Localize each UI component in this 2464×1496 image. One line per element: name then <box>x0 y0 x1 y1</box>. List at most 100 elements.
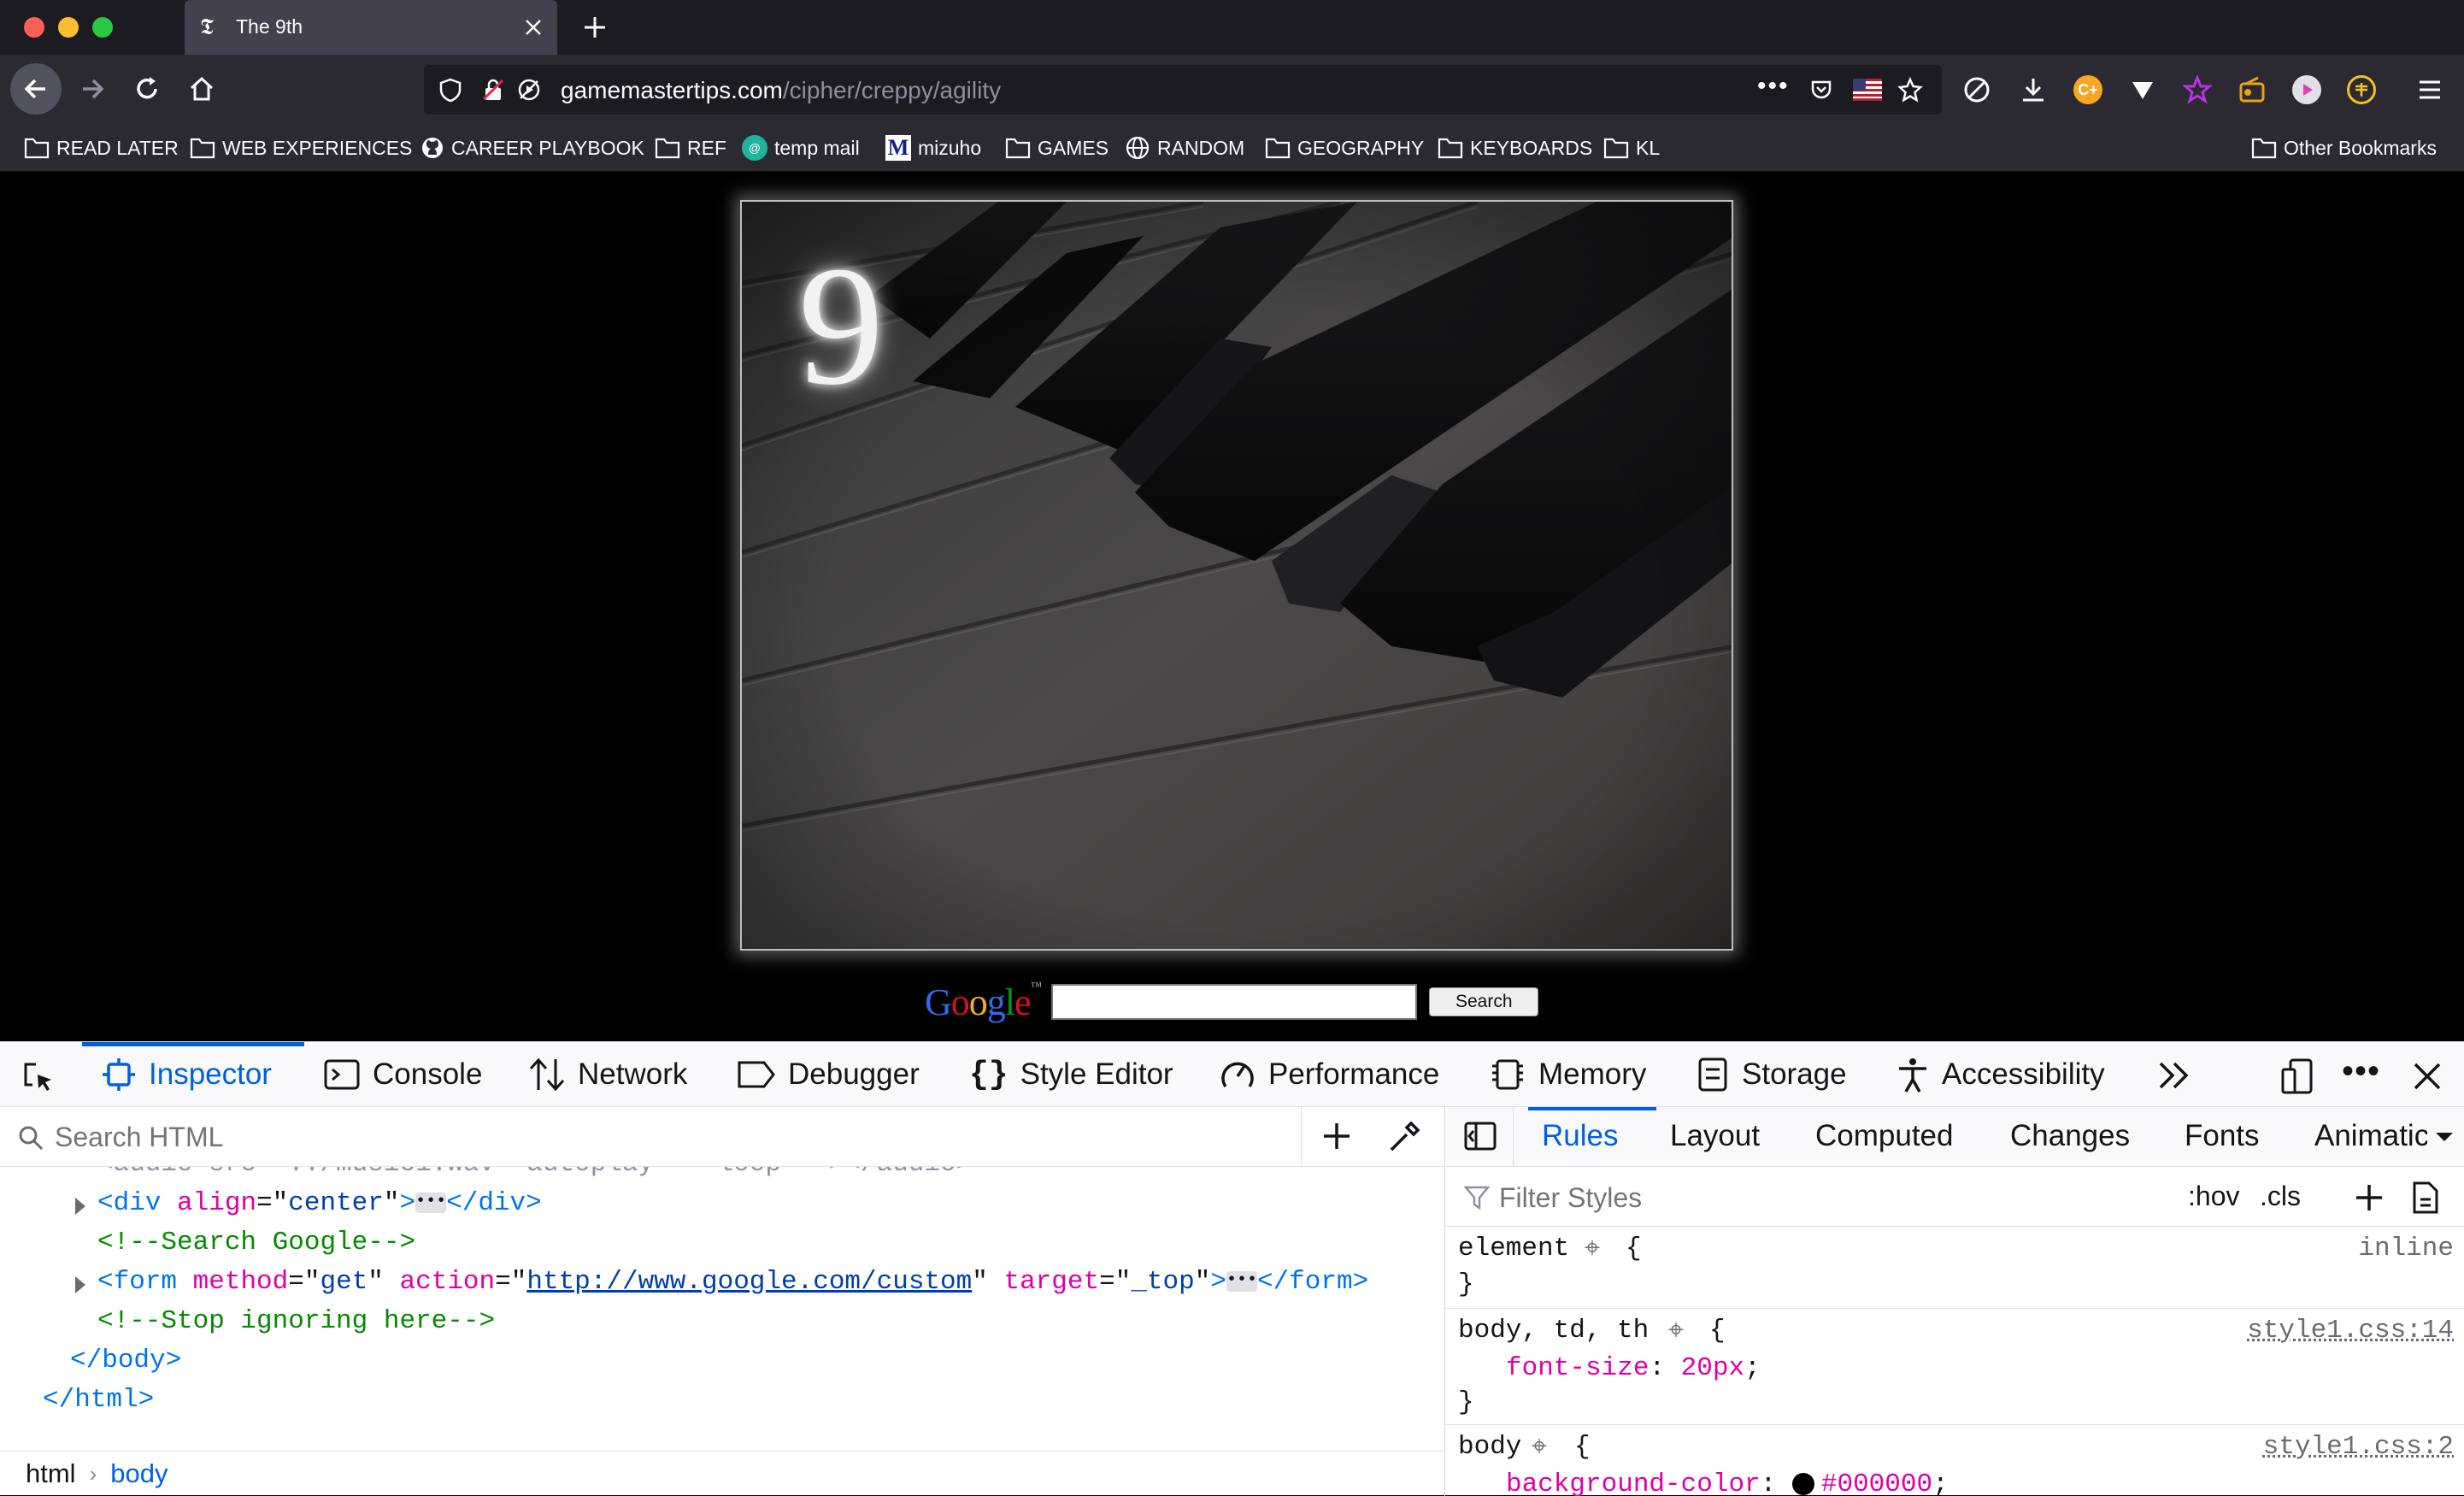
tab-rules[interactable]: Rules <box>1542 1119 1618 1153</box>
url-bar[interactable]: gamemastertips.com/cipher/creppy/agility… <box>424 65 1942 115</box>
declaration-background-color[interactable]: background-color: #000000; <box>1506 1469 1949 1496</box>
pick-element-icon[interactable] <box>21 1059 55 1093</box>
audio-node[interactable]: <audio src="../music1.wav" autoplay="" l… <box>97 1167 972 1184</box>
minimize-window-button[interactable] <box>58 17 79 38</box>
devtools-toolbar: Inspector Console Network Debugger {} Sty… <box>0 1042 2464 1107</box>
html-close-node[interactable]: </html> <box>43 1381 154 1420</box>
expand-div-icon[interactable] <box>75 1198 85 1215</box>
tab-storage[interactable]: Storage <box>1696 1042 1847 1107</box>
bookmark-geography[interactable]: GEOGRAPHY <box>1265 134 1424 162</box>
add-rule-icon[interactable] <box>2354 1182 2385 1213</box>
bookmark-keyboards[interactable]: KEYBOARDS <box>1438 134 1592 162</box>
tab-fonts[interactable]: Fonts <box>2185 1119 2260 1153</box>
highlighter-icon[interactable]: ⌖ <box>1668 1316 1684 1347</box>
comment-search-google[interactable]: <!--Search Google--> <box>97 1223 415 1263</box>
bookmark-games[interactable]: GAMES <box>1005 134 1109 162</box>
class-toggle[interactable]: .cls <box>2260 1181 2301 1212</box>
github-icon <box>420 136 444 160</box>
form-node[interactable]: <form method="get" action="http://www.go… <box>97 1263 1368 1302</box>
url-text[interactable]: gamemastertips.com/cipher/creppy/agility <box>561 77 1001 104</box>
bookmark-temp-mail[interactable]: @ temp mail <box>742 134 860 162</box>
home-button[interactable] <box>176 63 227 115</box>
highlighter-icon[interactable]: ⌖ <box>1585 1234 1600 1265</box>
extension-play-icon[interactable] <box>2292 75 2321 104</box>
hover-state-toggle[interactable]: :hov <box>2188 1181 2239 1212</box>
highlighter-icon[interactable]: ⌖ <box>1532 1432 1547 1464</box>
breadcrumb-body[interactable]: body <box>110 1458 168 1489</box>
rule-source[interactable]: inline <box>2358 1234 2454 1263</box>
tab-inspector[interactable]: Inspector <box>101 1042 272 1107</box>
breadcrumb-html[interactable]: html <box>26 1458 76 1489</box>
filter-icon <box>1463 1184 1491 1211</box>
tab-layout[interactable]: Layout <box>1670 1119 1760 1153</box>
bookmark-mizuho[interactable]: Mmizuho <box>885 134 981 162</box>
tab-performance[interactable]: Performance <box>1219 1042 1439 1107</box>
tab-accessibility[interactable]: Accessibility <box>1896 1042 2105 1107</box>
extension-star-icon[interactable] <box>2183 75 2212 104</box>
reload-button[interactable] <box>121 63 173 115</box>
autoplay-blocked-icon[interactable] <box>516 77 542 103</box>
tab-debugger[interactable]: Debugger <box>737 1042 920 1107</box>
google-search-input[interactable] <box>1051 984 1417 1020</box>
collapsed-children-badge[interactable]: ••• <box>1226 1271 1257 1292</box>
bookmark-star-icon[interactable] <box>1897 77 1923 103</box>
new-tab-icon[interactable] <box>581 14 609 41</box>
url-domain: gamemastertips.com <box>561 77 783 103</box>
bookmark-career-playbook[interactable]: CAREER PLAYBOOK <box>420 134 644 162</box>
insecure-lock-icon[interactable] <box>480 77 506 103</box>
maximize-window-button[interactable] <box>92 17 113 38</box>
eyedropper-icon[interactable] <box>1388 1119 1422 1153</box>
more-tools-chevron-icon[interactable] <box>2157 1061 2191 1090</box>
tab-the-9th[interactable]: 𝕿 The 9th <box>185 0 557 55</box>
div-center-node[interactable]: <div align="center">•••</div> <box>97 1184 542 1223</box>
bookmark-web-experiences[interactable]: WEB EXPERIENCES <box>190 134 412 162</box>
declaration-font-size[interactable]: font-size: 20px; <box>1506 1353 1761 1383</box>
css-rules-list: element ⌖ { inline } body, td, th ⌖ { st… <box>1446 1227 2464 1496</box>
tab-memory[interactable]: Memory <box>1489 1042 1646 1107</box>
collapsed-children-badge[interactable]: ••• <box>415 1193 446 1213</box>
tab-animations[interactable]: Animatic <box>2314 1119 2427 1153</box>
devtools-close-icon[interactable] <box>2412 1061 2443 1092</box>
toggle-sidebar-icon[interactable] <box>1463 1121 1497 1151</box>
tab-style-editor[interactable]: {} Style Editor <box>969 1042 1173 1107</box>
tab-changes[interactable]: Changes <box>2010 1119 2130 1153</box>
extension-v-icon[interactable] <box>2128 75 2157 104</box>
extension-radio-icon[interactable] <box>2238 75 2267 104</box>
us-flag-icon[interactable] <box>1853 79 1882 101</box>
bookmark-kl[interactable]: KL <box>1603 134 1660 162</box>
tabs-overflow-chevron-icon[interactable] <box>2434 1131 2455 1145</box>
close-window-button[interactable] <box>24 17 44 38</box>
responsive-design-icon[interactable] <box>2280 1057 2314 1095</box>
expand-form-icon[interactable] <box>75 1276 85 1293</box>
tab-computed[interactable]: Computed <box>1815 1119 1953 1153</box>
rule-source[interactable]: style1.css:14 <box>2247 1316 2454 1346</box>
add-node-icon[interactable] <box>1321 1121 1352 1151</box>
print-media-icon[interactable] <box>2410 1181 2441 1215</box>
forward-button[interactable] <box>67 63 118 115</box>
page-actions-icon[interactable]: ••• <box>1757 72 1790 101</box>
pocket-icon[interactable] <box>1808 77 1834 103</box>
devtools-panel: Inspector Console Network Debugger {} Sty… <box>0 1041 2464 1495</box>
back-button[interactable] <box>10 63 62 115</box>
shield-icon[interactable] <box>438 77 463 103</box>
extension-coin-icon[interactable] <box>2347 75 2376 104</box>
extension-coupon-icon[interactable]: C+ <box>2073 75 2102 104</box>
comment-stop-ignoring[interactable]: <!--Stop ignoring here--> <box>97 1302 495 1341</box>
body-close-node[interactable]: </body> <box>70 1341 181 1381</box>
block-icon[interactable] <box>1962 75 1991 104</box>
bookmark-random[interactable]: RANDOM <box>1125 134 1244 162</box>
search-html-input[interactable] <box>55 1117 1285 1157</box>
google-search-button[interactable]: Search <box>1429 987 1538 1016</box>
tab-close-icon[interactable] <box>523 17 544 38</box>
rule-source[interactable]: style1.css:2 <box>2263 1432 2454 1462</box>
devtools-options-icon[interactable]: ••• <box>2342 1052 2380 1091</box>
bookmark-ref[interactable]: REF <box>655 134 726 162</box>
hamburger-menu-icon[interactable] <box>2415 75 2444 104</box>
bookmark-other-bookmarks[interactable]: Other Bookmarks <box>2251 134 2437 162</box>
color-swatch[interactable] <box>1792 1473 1814 1495</box>
bookmark-read-later[interactable]: READ LATER <box>24 134 179 162</box>
tab-console[interactable]: Console <box>323 1042 482 1107</box>
tab-network[interactable]: Network <box>528 1042 687 1107</box>
filter-styles-input[interactable] <box>1499 1179 1892 1216</box>
downloads-icon[interactable] <box>2019 75 2048 104</box>
